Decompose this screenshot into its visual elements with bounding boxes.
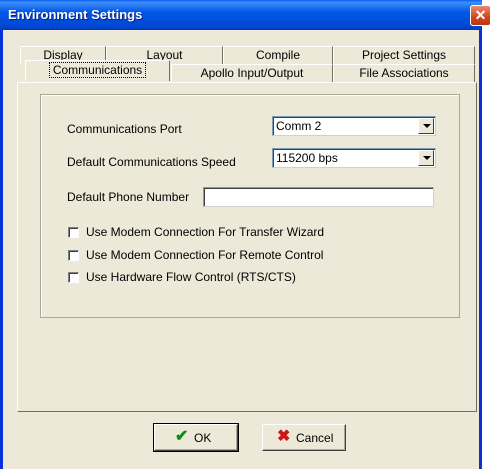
- tab-file-associations[interactable]: File Associations: [333, 64, 475, 82]
- ok-label: OK: [194, 431, 212, 445]
- chevron-down-icon[interactable]: [418, 150, 434, 166]
- title-bar[interactable]: Environment Settings: [0, 0, 482, 30]
- tab-project-settings[interactable]: Project Settings: [333, 46, 475, 64]
- default-phone-label: Default Phone Number: [67, 190, 190, 204]
- hardware-flow-control-label: Use Hardware Flow Control (RTS/CTS): [86, 270, 296, 284]
- communications-groupbox: Communications Port Comm 2 Default Commu…: [40, 94, 460, 318]
- tab-apollo-input-output[interactable]: Apollo Input/Output: [171, 64, 333, 82]
- hardware-flow-control-checkbox[interactable]: [68, 272, 79, 283]
- checkmark-icon: ✔: [175, 428, 189, 445]
- default-speed-value: 115200 bps: [276, 151, 338, 165]
- communications-port-label: Communications Port: [67, 122, 182, 136]
- window-title: Environment Settings: [8, 7, 143, 22]
- chevron-down-icon[interactable]: [418, 118, 434, 134]
- default-speed-select[interactable]: 115200 bps: [272, 148, 436, 168]
- close-icon[interactable]: ✕: [470, 5, 491, 26]
- modem-transfer-wizard-checkbox[interactable]: [68, 227, 79, 238]
- modem-transfer-wizard-label: Use Modem Connection For Transfer Wizard: [86, 225, 325, 239]
- default-speed-label: Default Communications Speed: [67, 155, 236, 169]
- modem-remote-control-checkbox[interactable]: [68, 250, 79, 261]
- tab-communications[interactable]: Communications: [25, 60, 170, 81]
- ok-button[interactable]: ✔ OK: [153, 423, 239, 452]
- x-icon: ✖: [277, 428, 291, 445]
- communications-panel: Communications Port Comm 2 Default Commu…: [17, 82, 477, 412]
- tab-compile[interactable]: Compile: [223, 46, 333, 64]
- cancel-label: Cancel: [296, 431, 334, 445]
- default-phone-input[interactable]: [203, 187, 434, 207]
- environment-settings-window: Environment Settings Display Layout Comp…: [0, 0, 482, 469]
- cancel-button[interactable]: ✖ Cancel: [262, 424, 346, 451]
- modem-remote-control-label: Use Modem Connection For Remote Control: [86, 248, 324, 262]
- communications-port-select[interactable]: Comm 2: [272, 116, 436, 136]
- communications-port-value: Comm 2: [276, 119, 322, 133]
